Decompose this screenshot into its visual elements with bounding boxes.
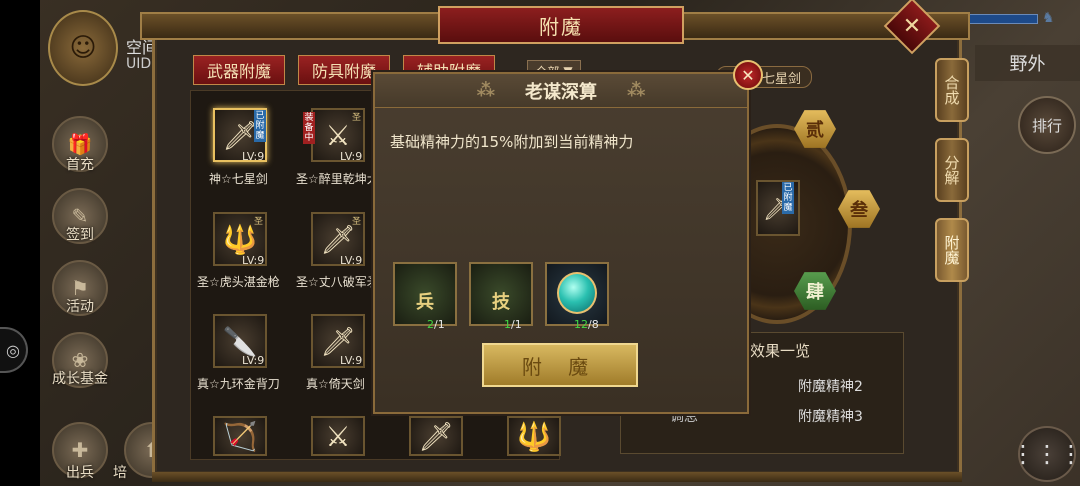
- menu-label: 培: [113, 465, 127, 481]
- item-name: 圣☆丈八破军矛: [296, 275, 376, 289]
- item-level: LV:9: [340, 354, 363, 367]
- close-icon[interactable]: ✕: [892, 6, 932, 46]
- rank-tag: 圣: [352, 113, 362, 123]
- menu-label: 成长基金: [52, 371, 108, 387]
- item-name: 圣☆醉里乾坤大: [296, 172, 376, 186]
- rank-label: 排行: [1031, 116, 1062, 135]
- item-level: LV:9: [242, 150, 265, 163]
- panel-bottom-frame: [152, 472, 962, 482]
- sword-icon: 🗡: [418, 419, 454, 453]
- menu-checkin[interactable]: ✎ 签到: [52, 188, 120, 244]
- tab-enchant[interactable]: 附魔: [935, 218, 969, 282]
- dialog-title-text: 老谋深算: [525, 81, 597, 103]
- menu-growth-fund[interactable]: ❀ 成长基金: [52, 332, 120, 388]
- item-level: LV:9: [340, 150, 363, 163]
- material-count: 2/1: [427, 318, 445, 331]
- screen-edge: [0, 0, 40, 486]
- item-name: 圣☆虎头湛金枪: [197, 275, 280, 289]
- item-level: LV:9: [242, 354, 265, 367]
- rank-tag: 圣: [352, 217, 362, 227]
- material-count: 12/8: [574, 318, 599, 331]
- panel-title: 附魔: [438, 6, 684, 44]
- menu-label: 活动: [66, 299, 94, 315]
- menu-activity[interactable]: ⚑ 活动: [52, 260, 120, 316]
- wild-button[interactable]: 野外: [975, 45, 1080, 81]
- effect-row: 附魔精神3: [798, 409, 863, 425]
- cloud-ornament-icon: ⁂: [627, 80, 646, 101]
- material-glyph: 技: [492, 292, 510, 313]
- menu-first-recharge[interactable]: 🎁 首充: [52, 116, 120, 174]
- sword-icon: 🗡: [320, 222, 356, 256]
- equipped-badge: 装备中: [303, 112, 315, 144]
- enchanted-badge: 已附魔: [782, 182, 794, 214]
- crossed-swords-icon: ⚔: [325, 118, 351, 152]
- enchanted-badge: 已附魔: [254, 110, 266, 142]
- blade-icon: 🔪: [222, 324, 258, 358]
- item-name: 真☆九环金背刀: [197, 377, 280, 391]
- gem-icon: [557, 272, 597, 314]
- tab-synthesize[interactable]: 合成: [935, 58, 969, 122]
- menu-label: 首充: [66, 157, 94, 173]
- close-icon: ✕: [741, 65, 755, 85]
- bow-icon: 🏹: [222, 419, 258, 453]
- effects-title: 效果一览: [750, 342, 811, 360]
- item-slot[interactable]: 🔱: [507, 416, 561, 456]
- material-slot[interactable]: 技: [469, 262, 533, 326]
- item-level: LV:9: [242, 254, 265, 267]
- item-name: 神☆七星剑: [209, 172, 268, 186]
- material-slot[interactable]: [545, 262, 609, 326]
- sword-icon: 🗡: [320, 324, 356, 358]
- rank-button[interactable]: 排行: [1018, 96, 1076, 154]
- rank-tag: 圣: [254, 217, 264, 227]
- enchant-button[interactable]: 附 魔: [482, 343, 638, 387]
- sword-icon: 🗡: [222, 118, 258, 152]
- cloud-ornament-icon: ⁂: [476, 80, 495, 101]
- tab-decompose[interactable]: 分解: [935, 138, 969, 202]
- item-slot[interactable]: 🏹: [213, 416, 267, 456]
- crossed-swords-icon: ⚔: [325, 419, 351, 453]
- item-slot[interactable]: 🗡: [409, 416, 463, 456]
- effect-row: 附魔精神2: [798, 379, 863, 395]
- player-avatar[interactable]: ☺: [48, 10, 118, 86]
- spear-icon: 🔱: [222, 222, 258, 256]
- material-glyph: 兵: [416, 292, 434, 313]
- blue-emblem-icon: ♞: [1042, 10, 1055, 26]
- menu-label: 签到: [66, 227, 94, 243]
- more-menu-icon[interactable]: ⋮⋮⋮: [1011, 426, 1080, 482]
- dialog-title: ⁂ 老谋深算 ⁂: [375, 74, 747, 108]
- material-slot[interactable]: 兵: [393, 262, 457, 326]
- tab-weapon-enchant[interactable]: 武器附魔: [193, 55, 285, 85]
- item-slot[interactable]: ⚔: [311, 416, 365, 456]
- item-name: 真☆倚天剑: [306, 377, 365, 391]
- spear-icon: 🔱: [516, 419, 552, 453]
- dialog-close-button[interactable]: ✕: [733, 60, 763, 90]
- item-level: LV:9: [340, 254, 363, 267]
- dialog-description: 基础精神力的15%附加到当前精神力: [390, 133, 634, 151]
- material-count: 1/1: [504, 318, 522, 331]
